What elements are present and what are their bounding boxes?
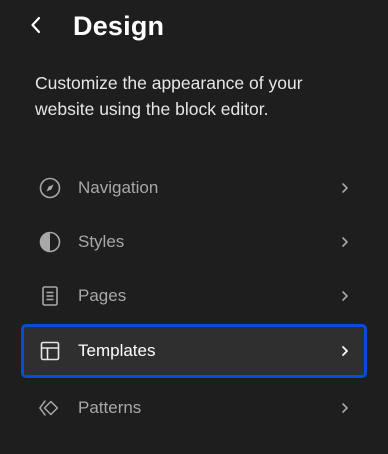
chevron-right-icon [342,237,348,247]
panel-description: Customize the appearance of your website… [35,73,303,119]
menu-item-label: Templates [78,341,156,360]
half-circle-icon [38,230,62,254]
menu-item-styles[interactable]: Styles [24,218,364,266]
design-panel: Design Customize the appearance of your … [0,0,388,454]
back-button[interactable] [22,11,50,39]
menu-item-pages[interactable]: Pages [24,272,364,320]
panel-header: Design [0,0,388,56]
chevron-right-icon [342,291,348,301]
menu-item-label: Navigation [78,178,159,197]
chevron-left-icon [31,16,41,34]
compass-icon [38,176,62,200]
menu-item-navigation[interactable]: Navigation [24,164,364,212]
symbol-icon [38,396,62,420]
chevron-right-icon [342,346,348,356]
menu-item-patterns[interactable]: Patterns [24,384,364,432]
menu-item-label: Pages [78,286,127,305]
menu-item-label: Patterns [78,398,142,417]
chevron-right-icon [342,183,348,193]
chevron-right-icon [342,403,348,413]
page-title: Design [73,11,165,41]
menu-item-label: Styles [78,232,125,251]
page-icon [38,284,62,308]
layout-icon [38,339,62,363]
menu-item-templates[interactable]: Templates [21,324,367,378]
